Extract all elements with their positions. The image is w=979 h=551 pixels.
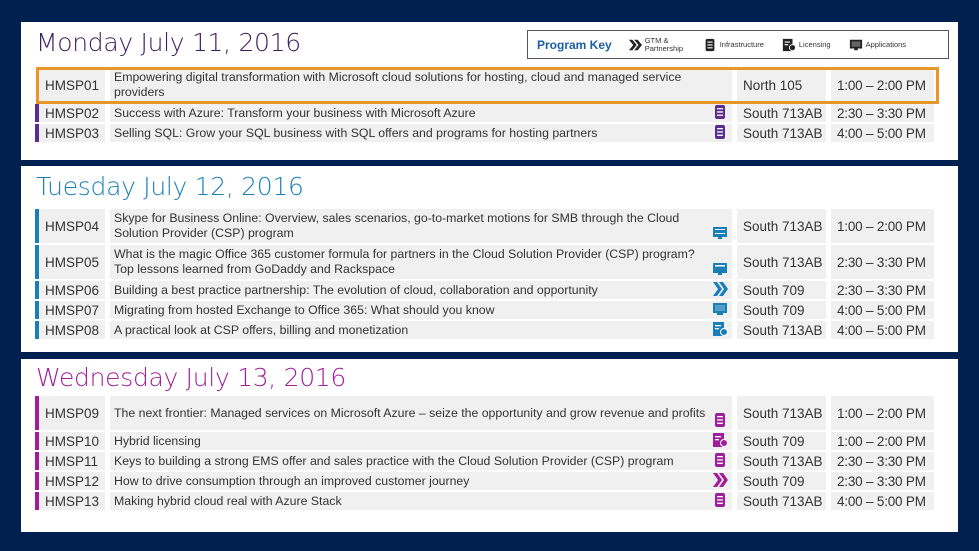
licensing-icon bbox=[712, 432, 728, 448]
session-row[interactable]: HMSP10 Hybrid licensing South 709 1:00 –… bbox=[35, 432, 941, 450]
session-room: South 713AB bbox=[737, 492, 826, 510]
session-room: South 713AB bbox=[737, 209, 826, 243]
applications-icon bbox=[712, 301, 728, 317]
session-code: HMSP04 bbox=[39, 209, 105, 243]
day-panel-monday: Monday July 11, 2016 Program Key GTM & P… bbox=[21, 22, 958, 160]
session-time: 2:30 – 3:30 PM bbox=[831, 452, 934, 470]
session-row[interactable]: HMSP05 What is the magic Office 365 cust… bbox=[35, 245, 941, 279]
applications-icon bbox=[712, 261, 728, 277]
session-code: HMSP02 bbox=[39, 104, 105, 122]
session-title: Empowering digital transformation with M… bbox=[110, 68, 732, 102]
session-row[interactable]: HMSP11 Keys to building a strong EMS off… bbox=[35, 452, 941, 470]
session-row[interactable]: HMSP03 Selling SQL: Grow your SQL busine… bbox=[35, 124, 941, 142]
session-time: 2:30 – 3:30 PM bbox=[831, 281, 934, 299]
session-title: A practical look at CSP offers, billing … bbox=[110, 321, 732, 339]
session-title: Building a best practice partnership: Th… bbox=[110, 281, 732, 299]
session-code: HMSP01 bbox=[39, 68, 105, 102]
session-code: HMSP13 bbox=[39, 492, 105, 510]
session-code: HMSP07 bbox=[39, 301, 105, 319]
infrastructure-icon bbox=[712, 104, 728, 120]
session-title: The next frontier: Managed services on M… bbox=[110, 396, 732, 430]
session-room: South 713AB bbox=[737, 396, 826, 430]
infrastructure-icon bbox=[712, 124, 728, 140]
session-title: Skype for Business Online: Overview, sal… bbox=[110, 209, 732, 243]
session-row[interactable]: HMSP06 Building a best practice partners… bbox=[35, 281, 941, 299]
session-title: Hybrid licensing bbox=[110, 432, 732, 450]
session-code: HMSP06 bbox=[39, 281, 105, 299]
session-code: HMSP08 bbox=[39, 321, 105, 339]
program-key-item-gtm: GTM & Partnership bbox=[628, 36, 685, 53]
day-title: Wednesday July 13, 2016 bbox=[36, 363, 347, 392]
session-room: South 713AB bbox=[737, 321, 826, 339]
gtm-partnership-icon bbox=[628, 39, 642, 50]
day-panel-wednesday: Wednesday July 13, 2016 HMSP09 The next … bbox=[21, 359, 958, 532]
session-time: 1:00 – 2:00 PM bbox=[831, 432, 934, 450]
session-time: 1:00 – 2:00 PM bbox=[831, 68, 934, 102]
session-time: 2:30 – 3:30 PM bbox=[831, 472, 934, 490]
session-list: HMSP09 The next frontier: Managed servic… bbox=[35, 396, 941, 512]
infrastructure-icon bbox=[712, 412, 728, 428]
infrastructure-icon bbox=[705, 38, 715, 51]
gtm-partnership-icon bbox=[712, 281, 728, 297]
session-row[interactable]: HMSP01 Empowering digital transformation… bbox=[35, 68, 941, 102]
session-code: HMSP09 bbox=[39, 396, 105, 430]
day-title: Monday July 11, 2016 bbox=[36, 28, 301, 57]
session-room: South 709 bbox=[737, 432, 826, 450]
session-time: 2:30 – 3:30 PM bbox=[831, 245, 934, 279]
session-room: South 709 bbox=[737, 472, 826, 490]
session-time: 1:00 – 2:00 PM bbox=[831, 209, 934, 243]
session-row[interactable]: HMSP13 Making hybrid cloud real with Azu… bbox=[35, 492, 941, 510]
day-title: Tuesday July 12, 2016 bbox=[36, 172, 304, 201]
session-time: 4:00 – 5:00 PM bbox=[831, 301, 934, 319]
session-row[interactable]: HMSP12 How to drive consumption through … bbox=[35, 472, 941, 490]
session-row[interactable]: HMSP09 The next frontier: Managed servic… bbox=[35, 396, 941, 430]
session-time: 4:00 – 5:00 PM bbox=[831, 124, 934, 142]
session-title: Success with Azure: Transform your busin… bbox=[110, 104, 732, 122]
licensing-icon bbox=[712, 321, 728, 337]
session-code: HMSP03 bbox=[39, 124, 105, 142]
session-row[interactable]: HMSP08 A practical look at CSP offers, b… bbox=[35, 321, 941, 339]
session-room: South 713AB bbox=[737, 452, 826, 470]
session-row[interactable]: HMSP02 Success with Azure: Transform you… bbox=[35, 104, 941, 122]
session-time: 2:30 – 3:30 PM bbox=[831, 104, 934, 122]
session-time: 4:00 – 5:00 PM bbox=[831, 321, 934, 339]
program-key: Program Key GTM & Partnership Infrastruc… bbox=[527, 30, 949, 59]
applications-icon bbox=[849, 39, 862, 50]
session-code: HMSP10 bbox=[39, 432, 105, 450]
session-room: South 713AB bbox=[737, 245, 826, 279]
session-room: South 713AB bbox=[737, 104, 826, 122]
session-room: South 709 bbox=[737, 281, 826, 299]
session-room: North 105 bbox=[737, 68, 826, 102]
session-title: Selling SQL: Grow your SQL business with… bbox=[110, 124, 732, 142]
day-panel-tuesday: Tuesday July 12, 2016 HMSP04 Skype for B… bbox=[21, 166, 958, 352]
session-title: Keys to building a strong EMS offer and … bbox=[110, 452, 732, 470]
infrastructure-icon bbox=[712, 452, 728, 468]
session-row[interactable]: HMSP07 Migrating from hosted Exchange to… bbox=[35, 301, 941, 319]
infrastructure-icon bbox=[712, 492, 728, 508]
session-list: HMSP04 Skype for Business Online: Overvi… bbox=[35, 209, 941, 341]
session-list: HMSP01 Empowering digital transformation… bbox=[35, 68, 941, 144]
applications-icon bbox=[712, 225, 728, 241]
session-time: 4:00 – 5:00 PM bbox=[831, 492, 934, 510]
session-title: Migrating from hosted Exchange to Office… bbox=[110, 301, 732, 319]
session-time: 1:00 – 2:00 PM bbox=[831, 396, 934, 430]
program-key-item-licensing: Licensing bbox=[782, 38, 831, 52]
session-code: HMSP12 bbox=[39, 472, 105, 490]
session-code: HMSP11 bbox=[39, 452, 105, 470]
session-title: Making hybrid cloud real with Azure Stac… bbox=[110, 492, 732, 510]
gtm-partnership-icon bbox=[712, 472, 728, 488]
session-room: South 709 bbox=[737, 301, 826, 319]
licensing-icon bbox=[782, 38, 796, 51]
session-title: How to drive consumption through an impr… bbox=[110, 472, 732, 490]
program-key-item-applications: Applications bbox=[849, 38, 906, 52]
session-title: What is the magic Office 365 customer fo… bbox=[110, 245, 732, 279]
session-room: South 713AB bbox=[737, 124, 826, 142]
session-row[interactable]: HMSP04 Skype for Business Online: Overvi… bbox=[35, 209, 941, 243]
session-code: HMSP05 bbox=[39, 245, 105, 279]
program-key-item-infrastructure: Infrastructure bbox=[703, 38, 764, 52]
program-key-label: Program Key bbox=[537, 37, 612, 52]
